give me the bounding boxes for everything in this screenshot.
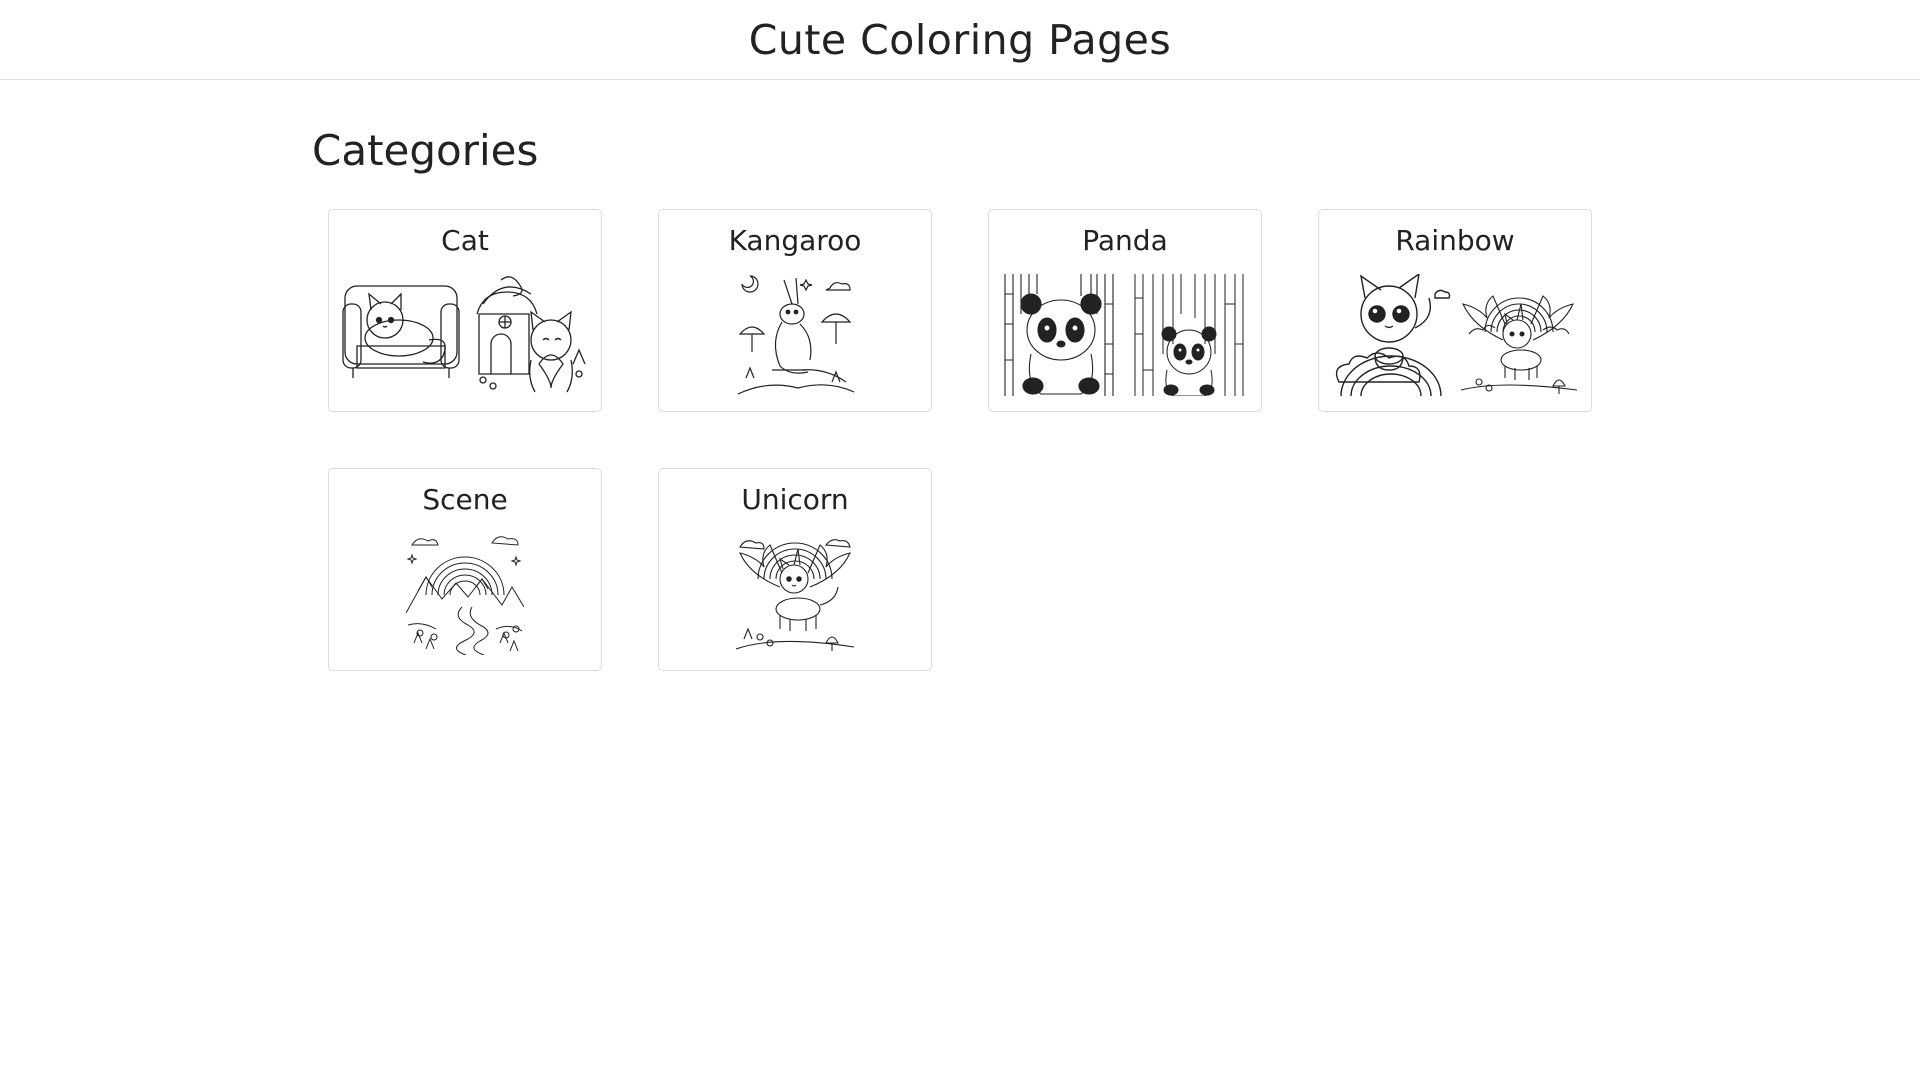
kitten-on-rainbow-illustration bbox=[1331, 274, 1451, 396]
category-label: Scene bbox=[422, 483, 508, 516]
thumbnail-group bbox=[989, 274, 1261, 396]
category-card-unicorn[interactable]: Unicorn bbox=[658, 468, 932, 671]
cat-on-sofa-illustration bbox=[341, 274, 461, 396]
panda-bamboo-forest-illustration bbox=[1129, 274, 1249, 396]
category-card-scene[interactable]: Scene bbox=[328, 468, 602, 671]
category-label: Cat bbox=[441, 224, 489, 257]
category-label: Rainbow bbox=[1395, 224, 1515, 257]
kangaroo-mushrooms-illustration bbox=[736, 274, 854, 396]
winged-unicorn-cat-illustration bbox=[736, 533, 854, 655]
thumbnail-group bbox=[1319, 274, 1591, 396]
site-header: Cute Coloring Pages bbox=[0, 0, 1920, 80]
category-card-panda[interactable]: Panda bbox=[988, 209, 1262, 412]
thumbnail-group bbox=[659, 274, 931, 396]
category-card-kangaroo[interactable]: Kangaroo bbox=[658, 209, 932, 412]
thumbnail-group bbox=[329, 274, 601, 396]
category-card-cat[interactable]: Cat bbox=[328, 209, 602, 412]
rainbow-mountain-landscape-illustration bbox=[406, 533, 524, 655]
site-title: Cute Coloring Pages bbox=[748, 15, 1172, 64]
thumbnail-group bbox=[329, 533, 601, 655]
panda-bamboo-illustration bbox=[1001, 274, 1121, 396]
category-label: Panda bbox=[1082, 224, 1168, 257]
category-card-rainbow[interactable]: Rainbow bbox=[1318, 209, 1592, 412]
main-content: Categories Cat Kangaroo Panda Rainbow Sc… bbox=[0, 80, 1920, 1079]
category-label: Unicorn bbox=[741, 483, 849, 516]
category-label: Kangaroo bbox=[728, 224, 862, 257]
section-title: Categories bbox=[312, 126, 539, 175]
winged-unicorn-cat-rainbow-illustration bbox=[1459, 274, 1579, 396]
cat-holding-heart-illustration bbox=[469, 274, 589, 396]
thumbnail-group bbox=[659, 533, 931, 655]
